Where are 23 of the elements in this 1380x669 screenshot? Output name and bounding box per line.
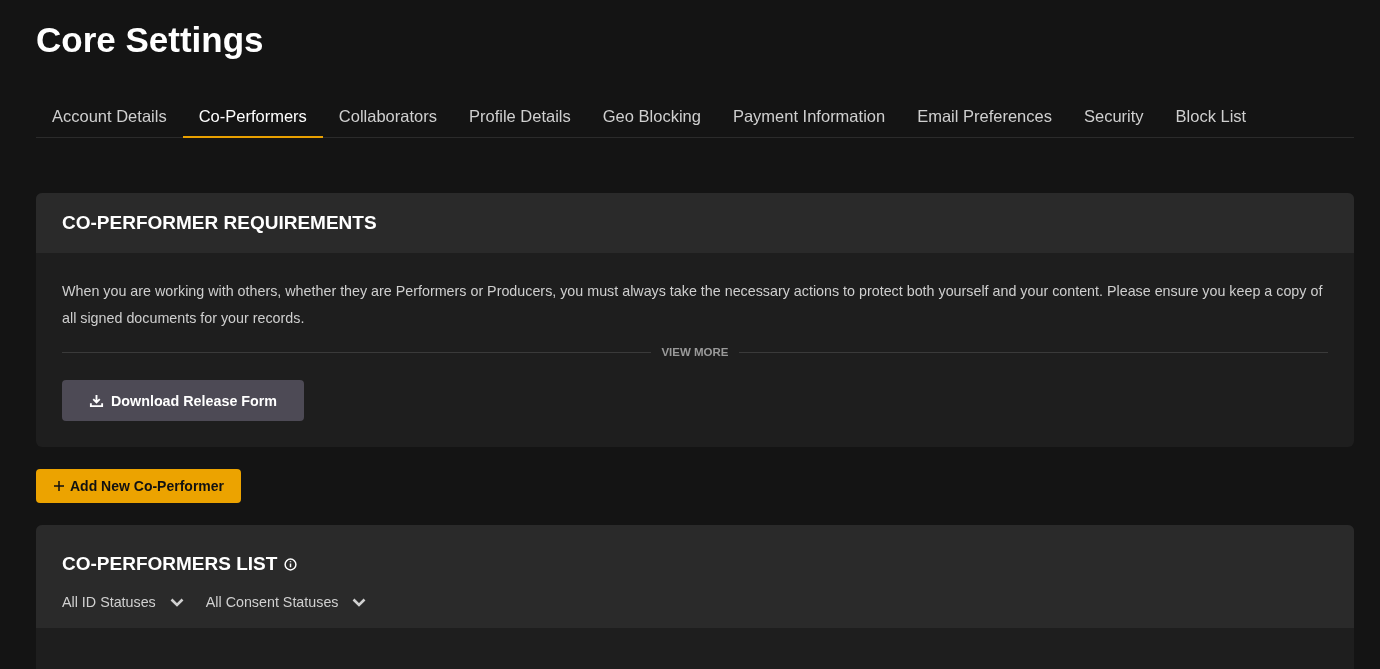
tab[interactable]: Account Details xyxy=(36,97,183,138)
tab[interactable]: Geo Blocking xyxy=(586,97,717,138)
tab[interactable]: Collaborators xyxy=(322,97,453,138)
page-title: Core Settings xyxy=(36,19,265,61)
section-heading: CO-PERFORMERS LIST xyxy=(62,553,278,575)
filter-dropdown[interactable]: All Consent Statuses xyxy=(205,594,367,610)
download-button[interactable]: Download Release Form xyxy=(62,380,305,421)
info-icon[interactable] xyxy=(284,557,298,571)
tab[interactable]: Email Preferences xyxy=(901,97,1068,138)
section-heading: CO-PERFORMER REQUIREMENTS xyxy=(62,212,377,234)
filter-dropdown[interactable]: All ID Statuses xyxy=(62,594,184,610)
add-button[interactable]: Add New Co-Performer xyxy=(36,469,242,503)
requirements-text: When you are working with others, whether they are Performers or Producers, you must always take the necessary actions to protect both yourself and your content. Please ensure you keep a copy of all signed documents for your records. xyxy=(62,282,1324,328)
tab[interactable]: Block List xyxy=(1159,97,1263,138)
plus-icon xyxy=(54,481,64,491)
download-icon xyxy=(89,393,104,408)
tab[interactable]: Security xyxy=(1067,97,1160,138)
chevron-down-icon xyxy=(352,597,367,607)
chevron-down-icon xyxy=(169,597,184,607)
view-more-link[interactable]: VIEW MORE xyxy=(661,346,729,358)
tab[interactable]: Co-Performers xyxy=(182,97,323,138)
tab[interactable]: Profile Details xyxy=(452,97,587,138)
tab[interactable]: Payment Information xyxy=(716,97,902,138)
